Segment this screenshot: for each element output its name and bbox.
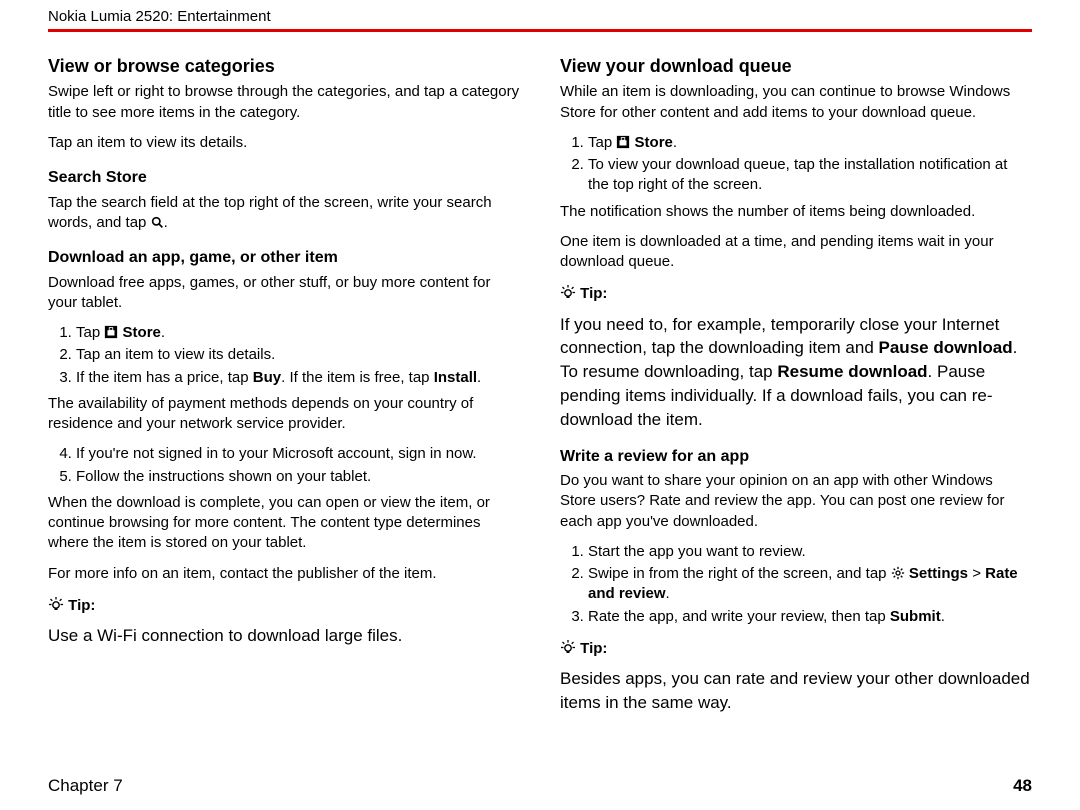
para-queue: While an item is downloading, you can co… — [560, 82, 1032, 123]
queue-steps: Tap Store. To view your download queue, … — [560, 133, 1032, 196]
review-steps: Start the app you want to review. Swipe … — [560, 542, 1032, 627]
text: Tap the search field at the top right of… — [48, 194, 492, 231]
tip-body: If you need to, for example, temporarily… — [560, 313, 1032, 432]
tip-label: Tip: — [48, 596, 520, 616]
text: If the item has a price, tap — [76, 369, 253, 386]
buy-label: Buy — [253, 369, 281, 386]
install-label: Install — [434, 369, 477, 386]
page-number: 48 — [1013, 776, 1032, 796]
heading-browse: View or browse categories — [48, 54, 520, 78]
right-column: View your download queue While an item i… — [560, 44, 1032, 725]
step: To view your download queue, tap the ins… — [588, 155, 1032, 196]
heading-queue: View your download queue — [560, 54, 1032, 78]
text: Tap — [76, 324, 104, 341]
tip-body: Use a Wi-Fi connection to download large… — [48, 624, 520, 648]
para-search: Tap the search field at the top right of… — [48, 193, 520, 234]
store-label: Store — [635, 134, 673, 151]
store-icon — [104, 323, 118, 343]
text: . — [666, 585, 670, 602]
settings-label: Settings — [909, 565, 968, 582]
para-download: Download free apps, games, or other stuf… — [48, 273, 520, 314]
submit-label: Submit — [890, 608, 941, 625]
text: Swipe in from the right of the screen, a… — [588, 565, 891, 582]
search-icon — [151, 214, 164, 231]
para-browse: Swipe left or right to browse through th… — [48, 82, 520, 123]
text: . — [941, 608, 945, 625]
text: . — [673, 134, 677, 151]
text: Tap — [588, 134, 616, 151]
step: If you're not signed in to your Microsof… — [76, 444, 520, 464]
tip-text: Tip: — [580, 285, 607, 302]
para-availability: The availability of payment methods depe… — [48, 394, 520, 435]
text: . — [477, 369, 481, 386]
para-download-done: When the download is complete, you can o… — [48, 493, 520, 554]
heading-search: Search Store — [48, 167, 520, 189]
left-column: View or browse categories Swipe left or … — [48, 44, 520, 725]
download-steps-cont: If you're not signed in to your Microsof… — [48, 444, 520, 487]
para-tap-item: Tap an item to view its details. — [48, 133, 520, 153]
store-icon — [616, 133, 630, 153]
text: . — [161, 324, 165, 341]
text: Rate the app, and write your review, the… — [588, 608, 890, 625]
text: > — [968, 565, 985, 582]
para-one-item: One item is downloaded at a time, and pe… — [560, 232, 1032, 273]
step: Tap Store. — [588, 133, 1032, 153]
header-rule — [48, 29, 1032, 32]
tip-label: Tip: — [560, 639, 1032, 659]
tip-text: Tip: — [68, 597, 95, 614]
tip-icon — [560, 640, 576, 657]
step: Tap Store. — [76, 323, 520, 343]
tip-icon — [48, 597, 64, 614]
pause-label: Pause download — [879, 338, 1013, 357]
para-review: Do you want to share your opinion on an … — [560, 471, 1032, 532]
tip-icon — [560, 285, 576, 302]
text: . If the item is free, tap — [281, 369, 434, 386]
heading-review: Write a review for an app — [560, 446, 1032, 468]
tip-body: Besides apps, you can rate and review yo… — [560, 667, 1032, 715]
para-more-info: For more info on an item, contact the pu… — [48, 564, 520, 584]
step: Rate the app, and write your review, the… — [588, 607, 1032, 627]
para-notification: The notification shows the number of ite… — [560, 202, 1032, 222]
step: Follow the instructions shown on your ta… — [76, 467, 520, 487]
heading-download: Download an app, game, or other item — [48, 247, 520, 269]
page-header: Nokia Lumia 2520: Entertainment — [0, 0, 1080, 29]
step: If the item has a price, tap Buy. If the… — [76, 368, 520, 388]
chapter-label: Chapter 7 — [48, 776, 123, 796]
store-label: Store — [123, 324, 161, 341]
text: . — [164, 214, 168, 231]
resume-label: Resume download — [777, 362, 927, 381]
download-steps: Tap Store. Tap an item to view its detai… — [48, 323, 520, 388]
gear-icon — [891, 565, 905, 582]
step: Start the app you want to review. — [588, 542, 1032, 562]
step: Swipe in from the right of the screen, a… — [588, 564, 1032, 605]
tip-label: Tip: — [560, 284, 1032, 304]
step: Tap an item to view its details. — [76, 345, 520, 365]
tip-text: Tip: — [580, 640, 607, 657]
page-footer: Chapter 7 48 — [48, 776, 1032, 796]
content-columns: View or browse categories Swipe left or … — [0, 44, 1080, 725]
